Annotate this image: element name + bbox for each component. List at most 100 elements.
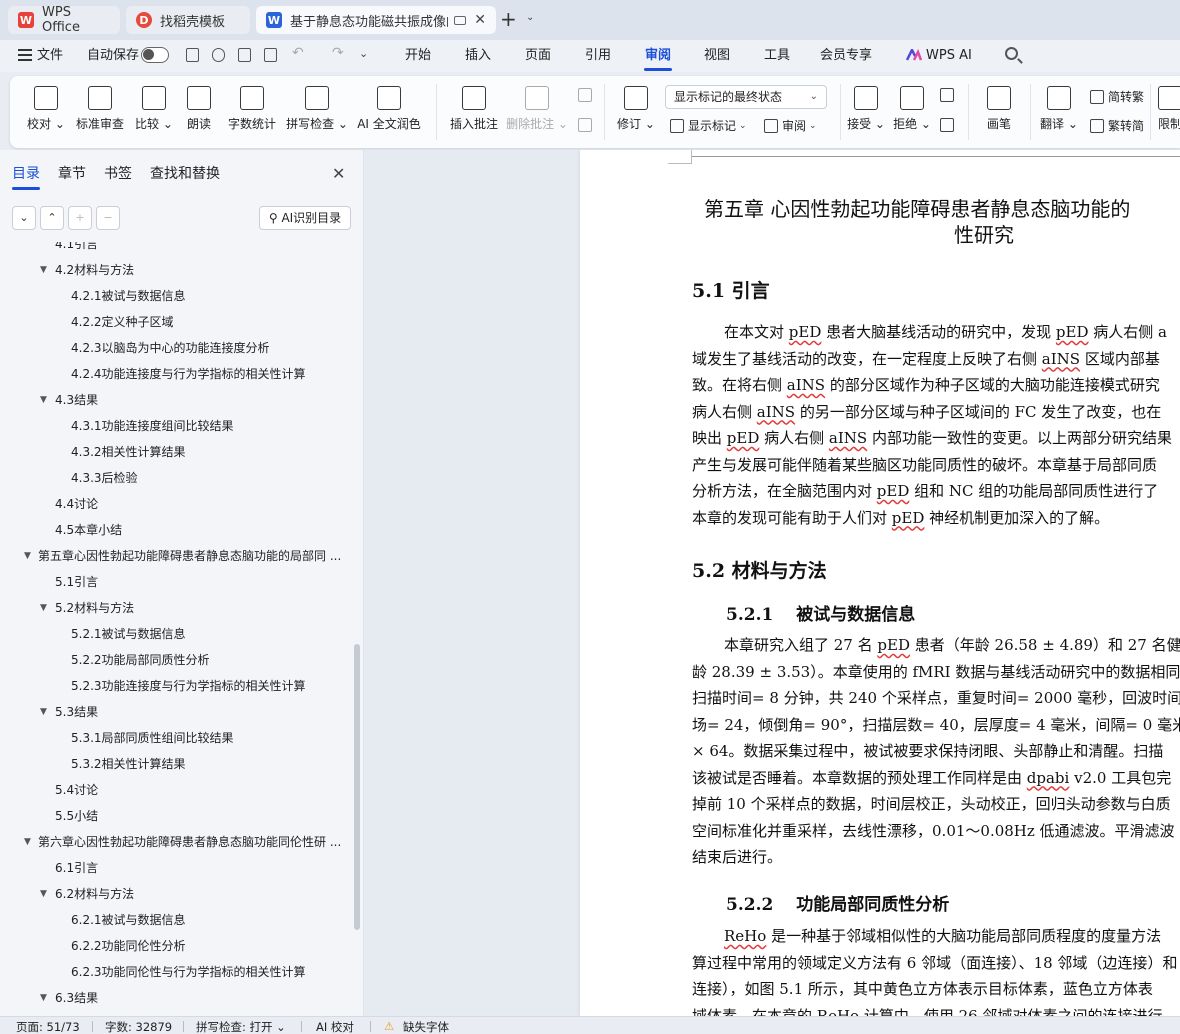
toc-item[interactable]: 5.3.2相关性计算结果 (71, 751, 350, 777)
toc-item[interactable]: 5.5小结 (55, 803, 350, 829)
toc-item[interactable]: 第六章心因性勃起功能障碍患者静息态脑功能同伦性研 ... (38, 829, 350, 855)
toc-item[interactable]: 5.2.3功能连接度与行为学指标的相关性计算 (71, 673, 350, 699)
toc-item[interactable]: 6.2.1被试与数据信息 (71, 907, 350, 933)
toc-caret-icon[interactable]: ▼ (40, 881, 47, 907)
toc-item[interactable]: 4.2材料与方法 (55, 257, 350, 283)
toc-caret-icon[interactable]: ▼ (24, 543, 31, 569)
accept-button[interactable]: 接受 ⌄ (847, 76, 885, 148)
toc-caret-icon[interactable]: ▼ (40, 985, 47, 1011)
toc-item[interactable]: 4.5本章小结 (55, 517, 350, 543)
tab-wps-office[interactable]: W WPS Office (8, 5, 120, 35)
spell-check-status[interactable]: 拼写检查: 打开 ⌄ (196, 1019, 286, 1034)
tab-insert[interactable]: 插入 (465, 40, 491, 72)
translate-button[interactable]: 翻译 ⌄ (1040, 76, 1078, 148)
nav-tab-toc[interactable]: 目录 (12, 163, 40, 183)
review-pane-button[interactable]: 审阅 ⌄ (764, 117, 817, 134)
promote-plus-icon[interactable]: + (68, 206, 92, 230)
missing-font-status[interactable]: 缺失字体 (403, 1019, 449, 1034)
tab-references[interactable]: 引用 (585, 40, 611, 72)
toc-item[interactable]: 5.2.2功能局部同质性分析 (71, 647, 350, 673)
quick-access-dropdown-icon[interactable]: ⌄ (359, 47, 368, 60)
toc-item[interactable]: 4.3.1功能连接度组间比较结果 (71, 413, 350, 439)
nav-tab-sections[interactable]: 章节 (58, 163, 86, 183)
toc-item[interactable]: 6.2材料与方法 (55, 881, 350, 907)
insert-comment-button[interactable]: 插入批注 (448, 76, 500, 148)
pen-button[interactable]: 画笔 (982, 76, 1016, 148)
previous-change-icon[interactable] (940, 88, 958, 102)
tab-page[interactable]: 页面 (525, 40, 551, 72)
toc-caret-icon[interactable]: ▼ (40, 257, 47, 283)
show-markup-button[interactable]: 显示标记 ⌄ (670, 117, 747, 134)
ai-proofread-status[interactable]: AI 校对 (316, 1019, 354, 1034)
document-page[interactable]: 第五章 心因性勃起功能障碍患者静息态脑功能的 性研究 5.1 引言 在本文对 p… (580, 150, 1180, 1016)
toc-item[interactable]: 5.2材料与方法 (55, 595, 350, 621)
close-tab-icon[interactable]: ✕ (474, 12, 486, 28)
print-icon[interactable] (238, 48, 251, 62)
toc-item[interactable]: 4.3.2相关性计算结果 (71, 439, 350, 465)
nav-tab-find-replace[interactable]: 查找和替换 (150, 163, 220, 183)
redo-icon[interactable]: ↷ (332, 45, 344, 61)
word-count-status[interactable]: 字数: 32879 (105, 1019, 172, 1034)
next-comment-icon[interactable] (578, 118, 596, 132)
undo-icon[interactable]: ↶ (292, 45, 304, 61)
new-tab-plus-icon[interactable]: + (500, 8, 517, 30)
ai-polish-button[interactable]: AI 全文润色 (356, 76, 422, 148)
autosave-toggle[interactable] (141, 47, 169, 63)
compare-button[interactable]: 比较 ⌄ (134, 76, 174, 148)
toc-item[interactable]: 5.1引言 (55, 569, 350, 595)
toc-item[interactable]: 4.2.1被试与数据信息 (71, 283, 350, 309)
word-count-button[interactable]: 字数统计 (226, 76, 278, 148)
expand-down-icon[interactable]: ⌄ (12, 206, 36, 230)
read-aloud-button[interactable]: 朗读 (184, 76, 214, 148)
tab-current-document[interactable]: W 基于静息态功能磁共振成像的 ✕ (256, 6, 496, 34)
toc-item[interactable]: 6.2.3功能同伦性与行为学指标的相关性计算 (71, 959, 350, 985)
tab-docer-templates[interactable]: D 找稻壳模板 (126, 6, 250, 34)
tab-home[interactable]: 开始 (405, 40, 431, 72)
simplified-to-traditional-button[interactable]: 简转繁 (1090, 88, 1144, 105)
standard-review-button[interactable]: 标准审查 (74, 76, 126, 148)
tab-member[interactable]: 会员专享 (820, 40, 872, 72)
tab-tools[interactable]: 工具 (764, 40, 790, 72)
toc-item[interactable]: 4.3.3后检验 (71, 465, 350, 491)
search-icon[interactable] (1005, 47, 1018, 60)
demote-minus-icon[interactable]: − (96, 206, 120, 230)
toc-item[interactable]: 4.1引言 (55, 242, 350, 257)
collapse-up-icon[interactable]: ⌃ (40, 206, 64, 230)
markup-display-select[interactable]: 显示标记的最终状态 ⌄ (665, 85, 827, 109)
save-icon[interactable] (186, 48, 199, 62)
toc-caret-icon[interactable]: ▼ (40, 699, 47, 725)
toc-item[interactable]: 6.1引言 (55, 855, 350, 881)
toc-item[interactable]: 4.3结果 (55, 387, 350, 413)
spell-check-button[interactable]: 拼写检查 ⌄ (286, 76, 348, 148)
file-menu[interactable]: 文件 (37, 40, 63, 72)
toc-item[interactable]: 6.3结果 (55, 985, 350, 1011)
toc-item[interactable]: 4.2.4功能连接度与行为学指标的相关性计算 (71, 361, 350, 387)
window-preview-icon[interactable] (454, 15, 467, 25)
traditional-to-simplified-button[interactable]: 繁转简 (1090, 117, 1144, 134)
chevron-down-icon[interactable]: ⌄ (526, 12, 534, 23)
toc-item[interactable]: 5.3结果 (55, 699, 350, 725)
proofread-button[interactable]: 校对 ⌄ (26, 76, 66, 148)
tab-view[interactable]: 视图 (704, 40, 730, 72)
delete-comment-button[interactable]: 删除批注 ⌄ (506, 76, 568, 148)
toc-item[interactable]: 5.3.1局部同质性组间比较结果 (71, 725, 350, 751)
toc-item[interactable]: 第五章心因性勃起功能障碍患者静息态脑功能的局部同 ... (38, 543, 350, 569)
toc-item[interactable]: 5.2.1被试与数据信息 (71, 621, 350, 647)
toc-caret-icon[interactable]: ▼ (40, 595, 47, 621)
nav-tab-bookmarks[interactable]: 书签 (104, 163, 132, 183)
hamburger-menu-icon[interactable] (18, 49, 32, 51)
toc-item[interactable]: 4.2.3以脑岛为中心的功能连接度分析 (71, 335, 350, 361)
ai-toc-button[interactable]: ⚲ AI识别目录 (259, 206, 351, 230)
page-indicator[interactable]: 页面: 51/73 (16, 1019, 80, 1034)
toc-caret-icon[interactable]: ▼ (40, 387, 47, 413)
close-pane-icon[interactable]: ✕ (332, 164, 345, 183)
link-icon[interactable] (212, 48, 225, 62)
next-change-icon[interactable] (940, 118, 958, 132)
toc-caret-icon[interactable]: ▼ (24, 829, 31, 855)
toc-item[interactable]: 4.4讨论 (55, 491, 350, 517)
previous-comment-icon[interactable] (578, 88, 596, 102)
wps-ai-menu[interactable]: WPS AI (926, 40, 972, 72)
restrict-editing-button[interactable]: 限制 (1158, 76, 1180, 148)
track-changes-button[interactable]: 修订 ⌄ (616, 76, 656, 148)
toc-item[interactable]: 4.2.2定义种子区域 (71, 309, 350, 335)
